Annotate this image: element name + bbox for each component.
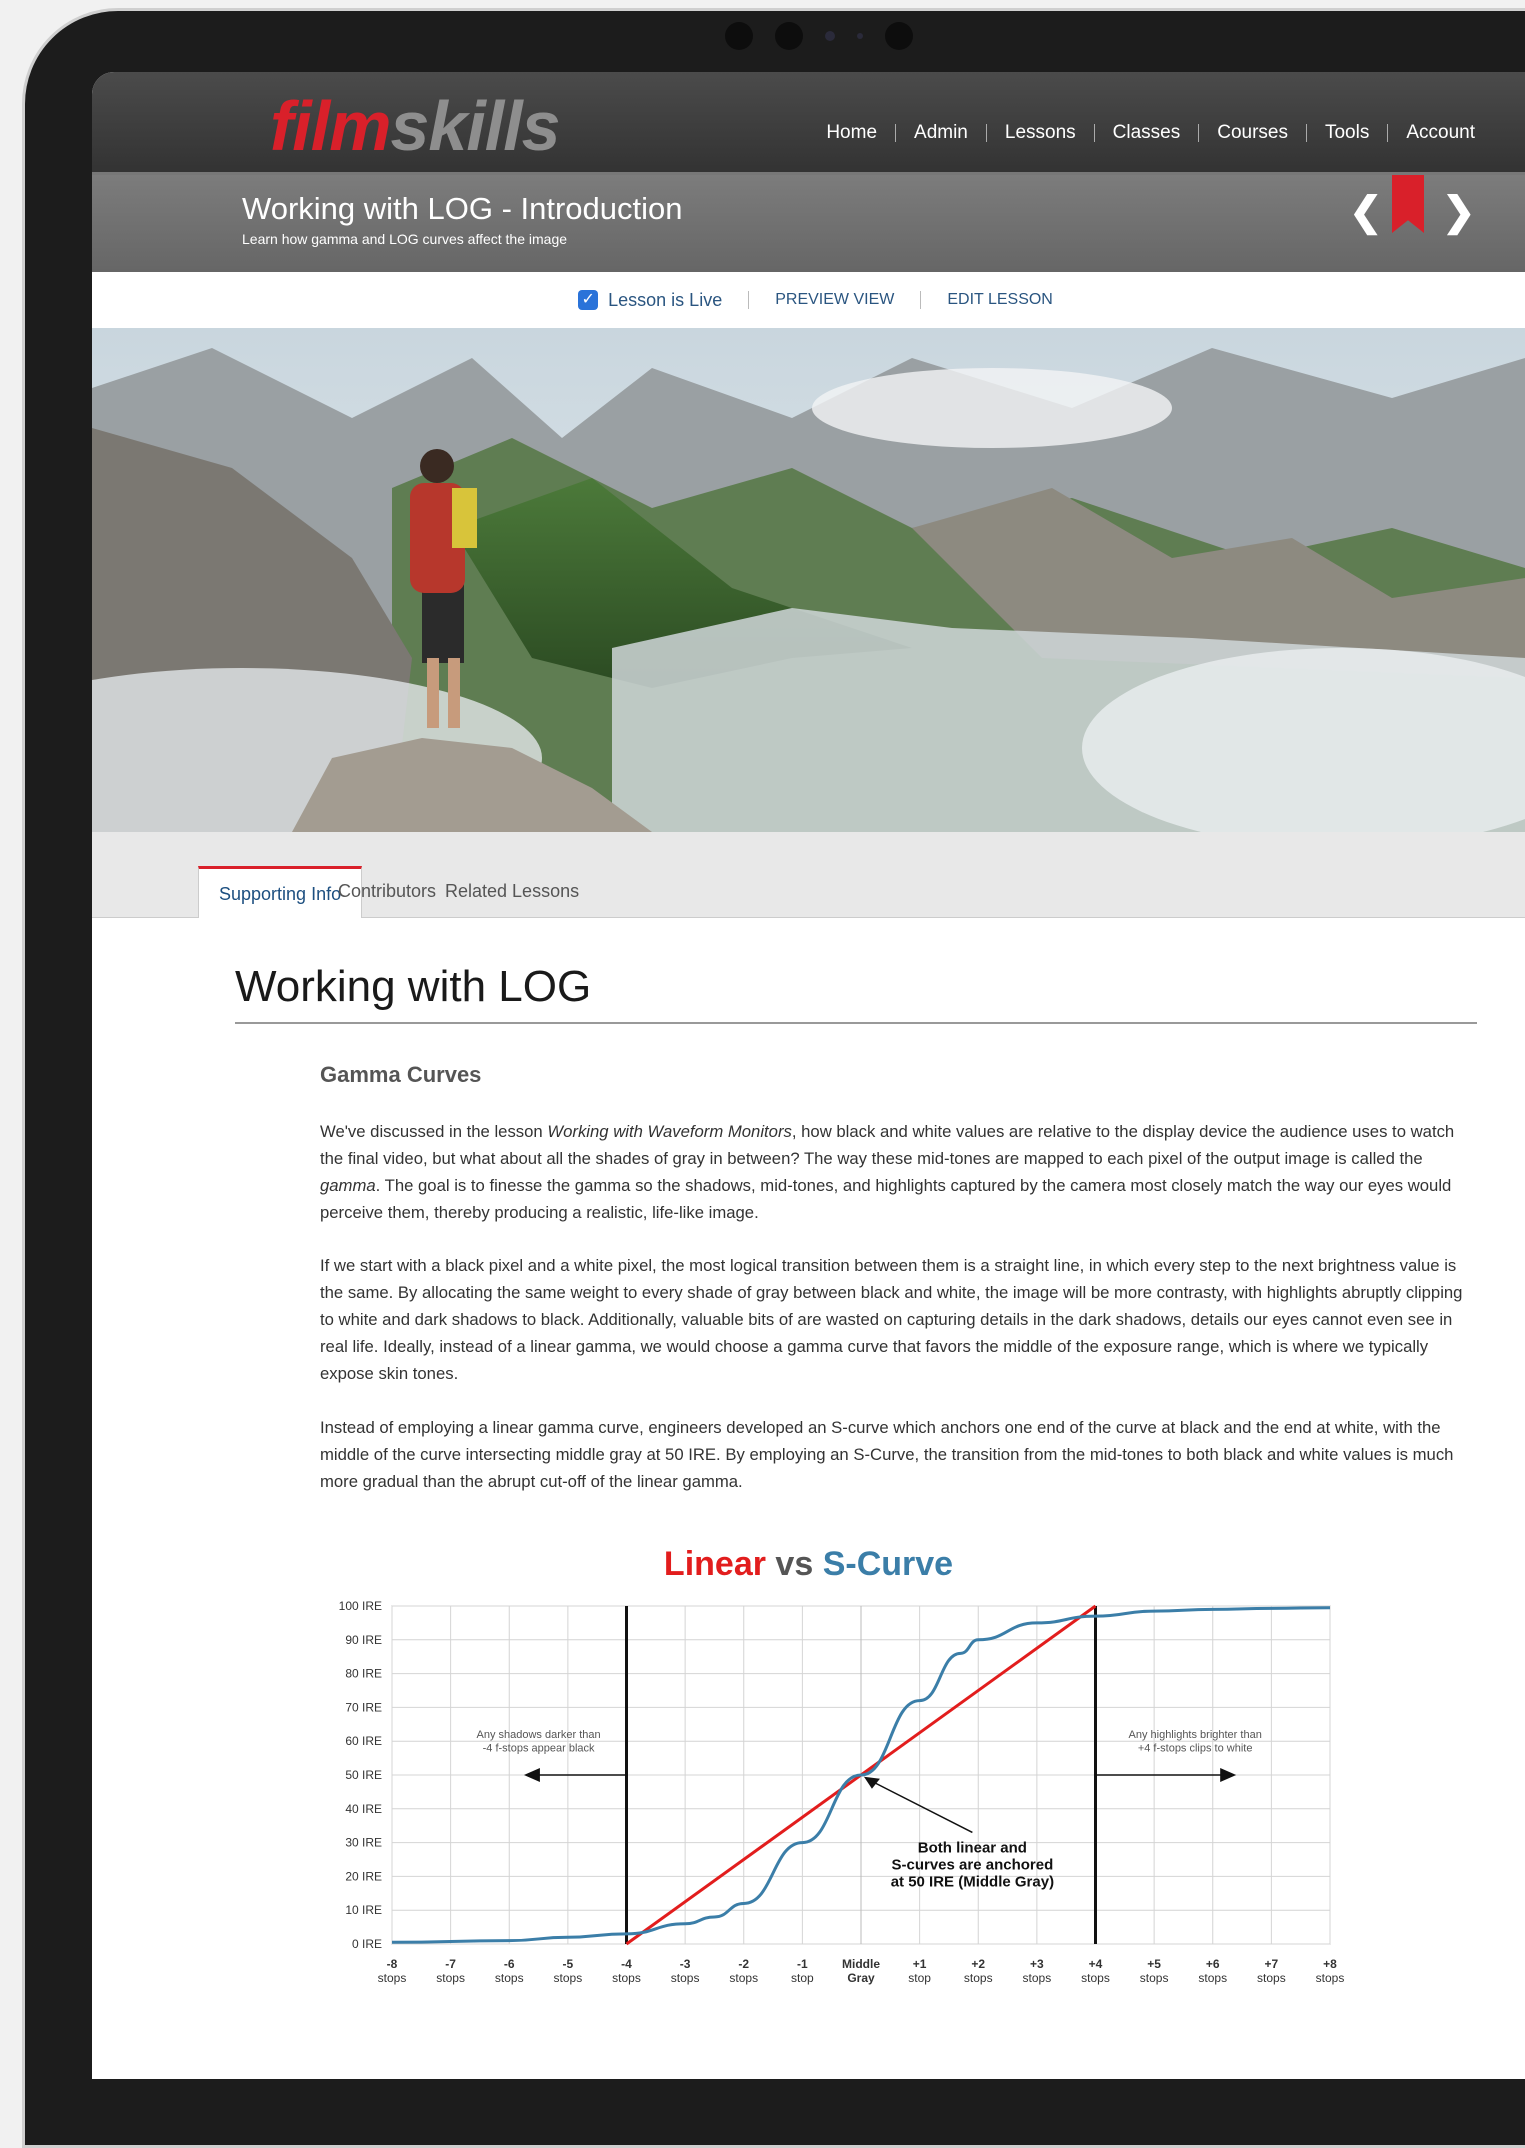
chart-title-vs: vs: [775, 1545, 814, 1583]
annotation-left: -4 f-stops appear black: [483, 1742, 595, 1754]
camera-housing: [725, 22, 913, 50]
x-tick-label: +2: [971, 1957, 985, 1971]
page-heading: Working with LOG: [235, 962, 592, 1011]
lesson-title-bar: Working with LOG - Introduction Learn ho…: [92, 175, 1525, 272]
x-tick-label: +7: [1265, 1957, 1279, 1971]
hero-image: [92, 328, 1525, 832]
screen: filmskills Home Admin Lessons Classes Co…: [92, 72, 1525, 2079]
lesson-live-label: Lesson is Live: [608, 289, 723, 310]
x-tick-label: +3: [1030, 1957, 1044, 1971]
nav-tools[interactable]: Tools: [1305, 123, 1387, 142]
annotation-left: Any shadows darker than: [476, 1729, 600, 1741]
x-tick-sublabel: stops: [1257, 1971, 1286, 1985]
camera-lens-icon: [725, 22, 753, 50]
x-tick-sublabel: stops: [378, 1971, 407, 1985]
main-nav: Home Admin Lessons Classes Courses Tools…: [808, 123, 1493, 142]
paragraph-3: Instead of employing a linear gamma curv…: [320, 1418, 1454, 1491]
x-tick-label: -8: [387, 1957, 398, 1971]
x-tick-sublabel: stop: [791, 1971, 814, 1985]
nav-account[interactable]: Account: [1387, 123, 1493, 142]
chart-title: Linear vs S-Curve: [92, 1545, 1525, 1584]
site-header: filmskills Home Admin Lessons Classes Co…: [92, 72, 1525, 175]
camera-sensor-icon: [825, 31, 835, 41]
x-tick-label: +8: [1323, 1957, 1337, 1971]
x-tick-label: +1: [913, 1957, 927, 1971]
nav-classes[interactable]: Classes: [1093, 123, 1199, 142]
x-tick-sublabel: stops: [1081, 1971, 1110, 1985]
tab-related-lessons[interactable]: Related Lessons: [425, 866, 599, 918]
y-tick-label: 10 IRE: [345, 1903, 382, 1917]
bookmark-icon[interactable]: [1392, 175, 1424, 233]
lesson-title: Working with LOG - Introduction: [242, 191, 683, 226]
lesson-subtitle: Learn how gamma and LOG curves affect th…: [242, 231, 568, 247]
camera-sensor-icon: [857, 33, 863, 39]
paragraph-2: If we start with a black pixel and a whi…: [320, 1256, 1463, 1383]
heading-divider: [235, 1022, 1477, 1024]
chart-title-linear: Linear: [663, 1545, 766, 1583]
mountain-hiker-image: [92, 328, 1525, 832]
x-tick-label: -1: [797, 1957, 808, 1971]
nav-home[interactable]: Home: [808, 123, 895, 142]
x-tick-label: -5: [563, 1957, 574, 1971]
chart-title-scurve: S-Curve: [822, 1545, 954, 1583]
edit-lesson-link[interactable]: EDIT LESSON: [920, 291, 1079, 309]
y-tick-label: 70 IRE: [345, 1700, 382, 1714]
previous-lesson-icon[interactable]: ❮: [1349, 189, 1383, 235]
y-tick-label: 20 IRE: [345, 1869, 382, 1883]
y-tick-label: 50 IRE: [345, 1768, 382, 1782]
x-tick-label: -2: [738, 1957, 749, 1971]
y-tick-label: 100 IRE: [339, 1599, 382, 1613]
y-tick-label: 0 IRE: [352, 1937, 382, 1951]
nav-courses[interactable]: Courses: [1198, 123, 1306, 142]
annotation-center: at 50 IRE (Middle Gray): [891, 1874, 1054, 1891]
nav-lessons[interactable]: Lessons: [985, 123, 1094, 142]
y-tick-label: 60 IRE: [345, 1734, 382, 1748]
x-tick-sublabel: stops: [612, 1971, 641, 1985]
x-tick-sublabel: stops: [495, 1971, 524, 1985]
x-tick-sublabel: stops: [1140, 1971, 1169, 1985]
y-tick-label: 30 IRE: [345, 1836, 382, 1850]
x-tick-label: -4: [621, 1957, 632, 1971]
x-tick-label: -6: [504, 1957, 515, 1971]
x-tick-label: +4: [1089, 1957, 1103, 1971]
x-tick-sublabel: stops: [1316, 1971, 1345, 1985]
camera-lens-icon: [885, 22, 913, 50]
x-tick-sublabel: stop: [908, 1971, 931, 1985]
lesson-toolbar: ✓ Lesson is Live PREVIEW VIEW EDIT LESSO…: [92, 272, 1525, 328]
x-tick-label: -3: [680, 1957, 691, 1971]
tab-bar: Supporting Info Contributors Related Les…: [92, 832, 1525, 918]
next-lesson-icon[interactable]: ❯: [1442, 189, 1476, 235]
x-tick-label: +5: [1147, 1957, 1161, 1971]
y-tick-label: 90 IRE: [345, 1633, 382, 1647]
annotation-right: +4 f-stops clips to white: [1138, 1742, 1253, 1754]
x-tick-label: -7: [445, 1957, 456, 1971]
section-heading: Gamma Curves: [320, 1062, 482, 1087]
x-tick-sublabel: Gray: [847, 1971, 875, 1985]
annotation-center: S-curves are anchored: [892, 1857, 1054, 1874]
x-tick-label: Middle: [842, 1957, 880, 1971]
nav-admin[interactable]: Admin: [895, 123, 986, 142]
annotation-center: Both linear and: [918, 1840, 1027, 1857]
x-tick-sublabel: stops: [729, 1971, 758, 1985]
y-tick-label: 40 IRE: [345, 1802, 382, 1816]
y-tick-label: 80 IRE: [345, 1667, 382, 1681]
annotation-right: Any highlights brighter than: [1129, 1729, 1262, 1741]
site-logo[interactable]: filmskills: [270, 86, 561, 166]
lesson-live-checkbox[interactable]: ✓: [578, 290, 599, 310]
x-tick-sublabel: stops: [436, 1971, 465, 1985]
gamma-chart: 100 IRE 90 IRE 80 IRE 70 IRE 60 IRE 50 IRE 40 …: [339, 1599, 1345, 1985]
x-tick-sublabel: stops: [1198, 1971, 1227, 1985]
logo-part-film: film: [270, 87, 391, 165]
camera-lens-icon: [775, 22, 803, 50]
preview-view-link[interactable]: PREVIEW VIEW: [748, 291, 920, 309]
x-tick-sublabel: stops: [554, 1971, 583, 1985]
x-tick-sublabel: stops: [1023, 1971, 1052, 1985]
x-tick-label: +6: [1206, 1957, 1220, 1971]
x-tick-sublabel: stops: [671, 1971, 700, 1985]
paragraph-1: We've discussed in the lesson Working wi…: [320, 1122, 1455, 1222]
x-tick-sublabel: stops: [964, 1971, 993, 1985]
logo-part-skills: skills: [390, 87, 560, 165]
